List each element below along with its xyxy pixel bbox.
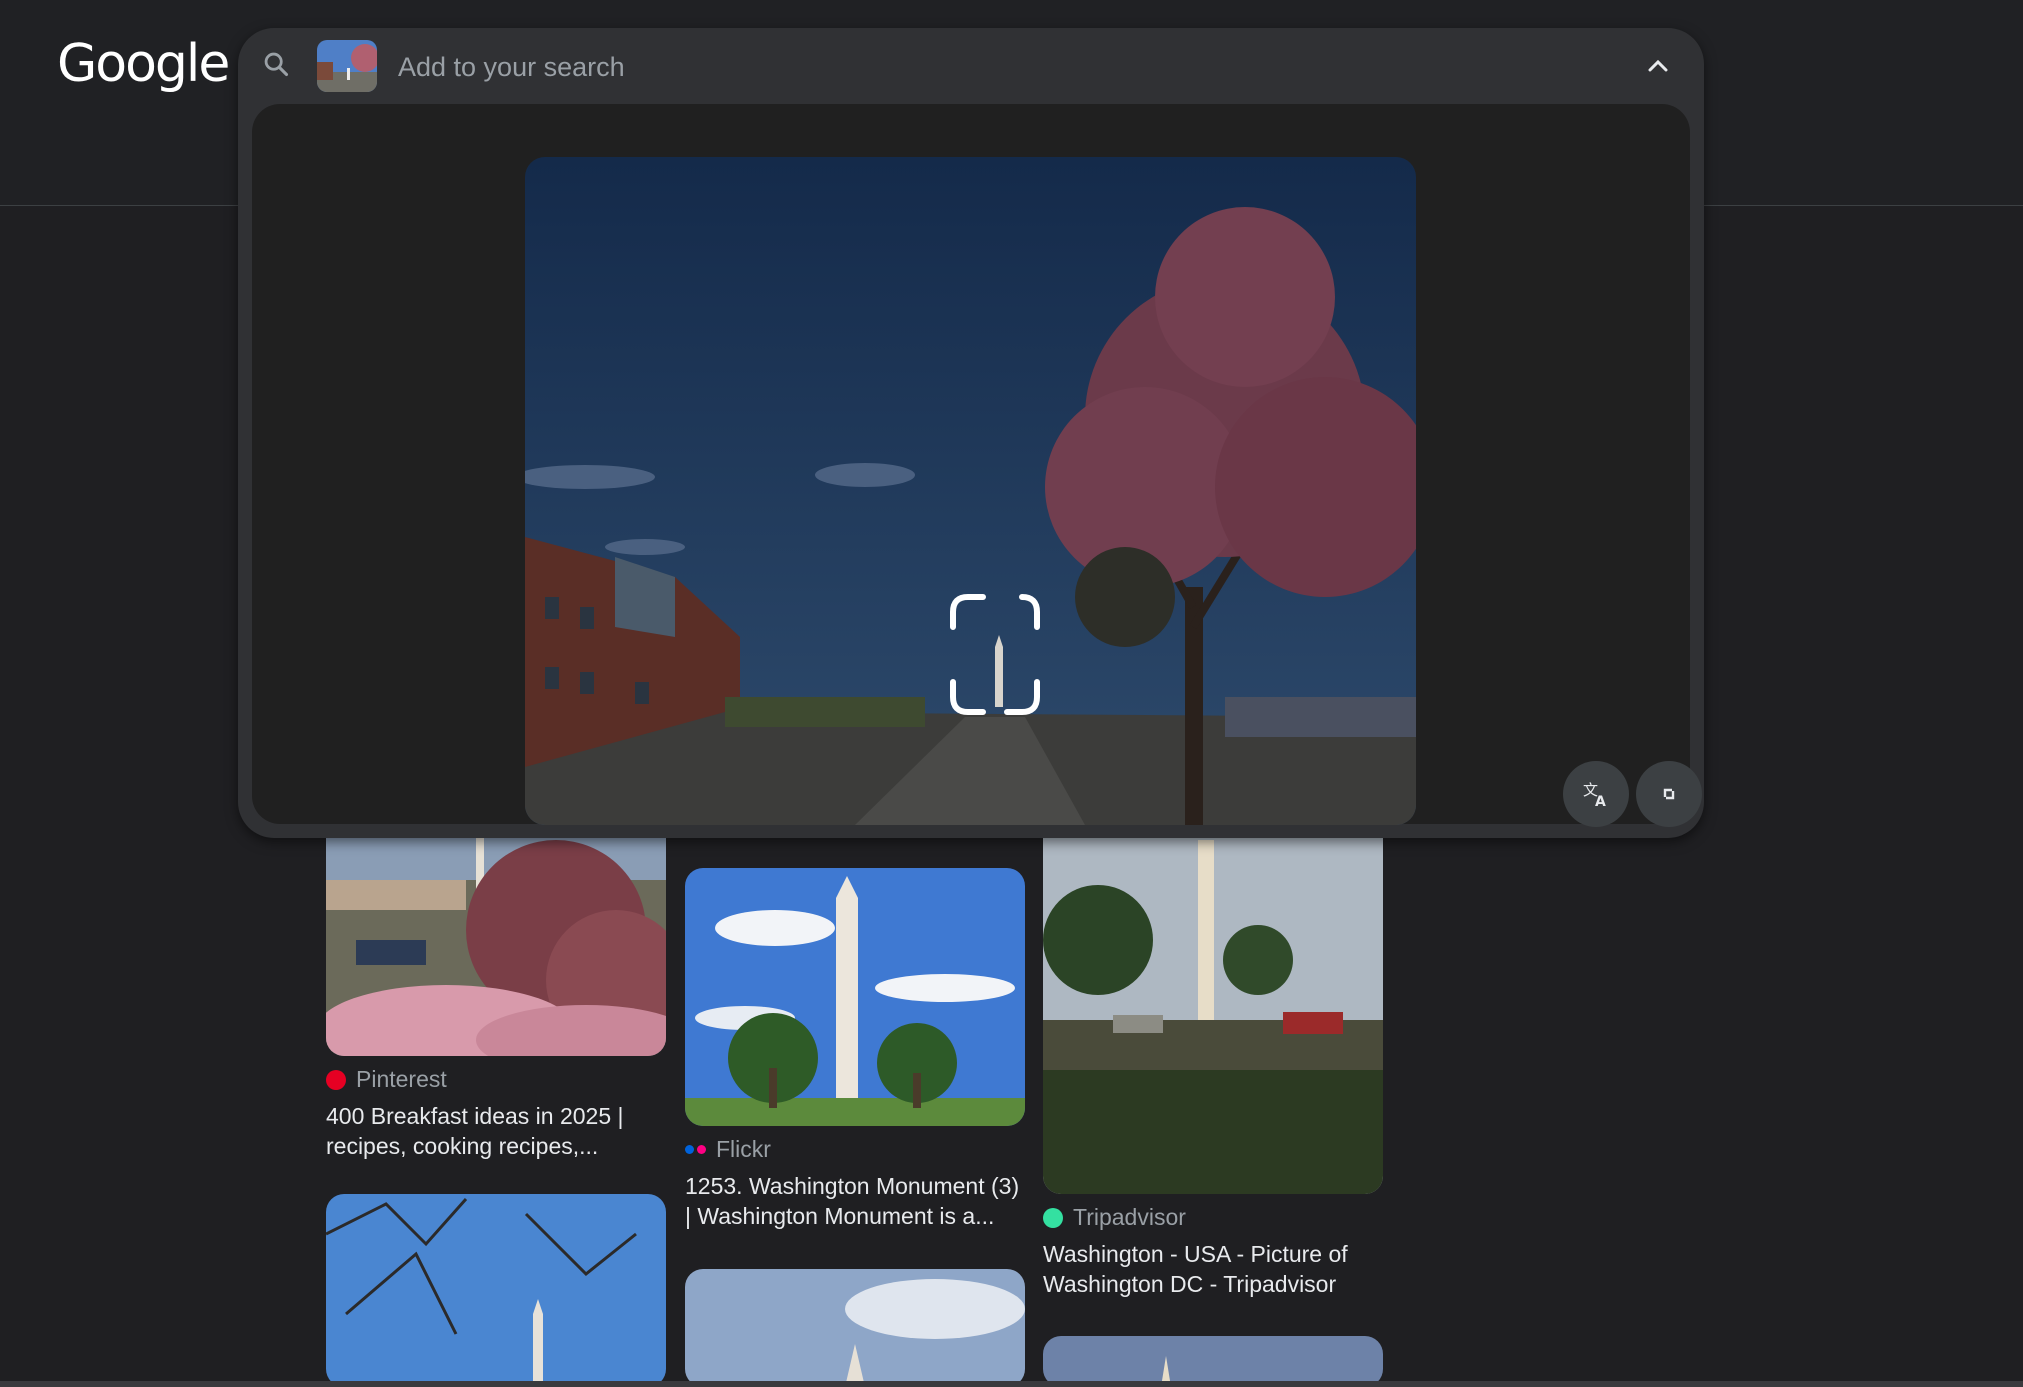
result-card-bottom-2[interactable]: [685, 1269, 1025, 1387]
google-logo[interactable]: Google: [57, 34, 230, 94]
query-image: [525, 157, 1416, 825]
scrollbar-track: [0, 1381, 2023, 1387]
result-card-bottom-3[interactable]: [1043, 1336, 1383, 1387]
chevron-up-icon[interactable]: [1638, 48, 1678, 84]
expand-icon: [1663, 788, 1675, 800]
source-label: Pinterest: [356, 1066, 447, 1092]
search-lens-panel: 文 A: [238, 28, 1704, 838]
result-card-pinterest[interactable]: Pinterest 400 Breakfast ideas in 2025 | …: [326, 820, 666, 1161]
pinterest-icon: [326, 1069, 346, 1090]
result-card-tripadvisor[interactable]: Tripadvisor Washington - USA - Picture o…: [1043, 820, 1383, 1299]
result-image[interactable]: [1043, 820, 1383, 1194]
result-card-bottom-1[interactable]: [326, 1194, 666, 1387]
flickr-icon: [685, 1145, 706, 1154]
translate-icon: 文 A: [1583, 781, 1606, 809]
result-source[interactable]: Tripadvisor: [1043, 1204, 1383, 1231]
tripadvisor-icon: [1043, 1207, 1063, 1228]
result-source[interactable]: Flickr: [685, 1136, 1025, 1163]
svg-text:A: A: [1595, 794, 1606, 809]
result-image[interactable]: [685, 1269, 1025, 1387]
search-bar: [238, 28, 1704, 104]
result-image[interactable]: [326, 1194, 666, 1387]
query-image-thumbnail[interactable]: [317, 40, 377, 92]
result-image[interactable]: [326, 820, 666, 1056]
expand-button[interactable]: [1636, 761, 1702, 827]
search-input[interactable]: [396, 42, 1400, 92]
image-preview-area: 文 A: [252, 104, 1702, 827]
result-title[interactable]: 1253. Washington Monument (3) | Washingt…: [685, 1171, 1025, 1231]
source-label: Tripadvisor: [1073, 1204, 1186, 1230]
result-image[interactable]: [1043, 1336, 1383, 1387]
translate-button[interactable]: 文 A: [1563, 761, 1629, 827]
result-title[interactable]: Washington - USA - Picture of Washington…: [1043, 1239, 1383, 1299]
result-source[interactable]: Pinterest: [326, 1066, 666, 1093]
result-image[interactable]: [685, 868, 1025, 1126]
result-title[interactable]: 400 Breakfast ideas in 2025 | recipes, c…: [326, 1101, 666, 1161]
source-label: Flickr: [716, 1136, 771, 1162]
search-icon[interactable]: [262, 50, 290, 78]
result-card-flickr[interactable]: Flickr 1253. Washington Monument (3) | W…: [685, 868, 1025, 1231]
